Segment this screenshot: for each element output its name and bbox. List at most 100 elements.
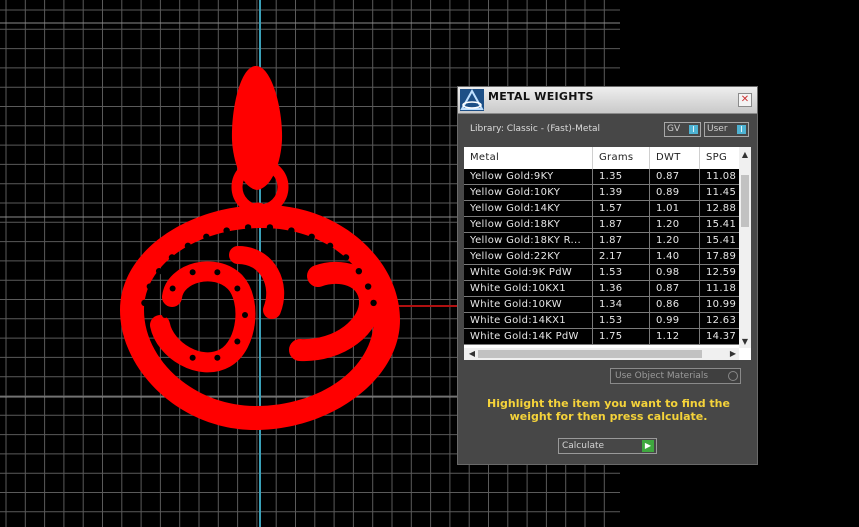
app-logo-icon	[460, 88, 484, 111]
column-header-metal[interactable]: Metal	[464, 147, 593, 169]
cell-spg: 10.99	[706, 299, 737, 310]
cell-dwt: 1.20	[650, 233, 700, 249]
cell-metal: White Gold:10KX1	[464, 281, 593, 297]
cell-spg: 17.89	[706, 251, 737, 262]
scroll-right-icon[interactable]: ▶	[727, 348, 739, 360]
pendant-dot	[244, 224, 252, 231]
user-toggle[interactable]: User I	[704, 122, 749, 137]
instruction-text: Highlight the item you want to find the …	[487, 397, 730, 423]
cell-spg: 14.37	[706, 331, 737, 342]
pendant-dot	[234, 285, 241, 292]
pendant-dot	[242, 312, 248, 318]
play-icon: ▶	[642, 440, 654, 452]
use-object-materials-label: Use Object Materials	[615, 371, 709, 381]
gv-toggle-label: GV	[667, 124, 681, 134]
cell-grams: 2.17	[593, 249, 650, 265]
cell-grams: 1.57	[593, 201, 650, 217]
cell-grams: 1.53	[593, 265, 650, 281]
cell-dwt: 0.89	[650, 185, 700, 201]
pendant-dot	[266, 224, 274, 231]
cell-spg: 12.63	[706, 315, 737, 326]
close-icon[interactable]: ✕	[738, 93, 752, 107]
horizontal-scrollbar[interactable]: ◀ ▶	[464, 348, 739, 360]
pendant-dot	[326, 242, 334, 250]
cell-metal: Yellow Gold:9KY	[464, 169, 593, 185]
pendant-dot	[214, 354, 221, 361]
metal-weights-panel: METAL WEIGHTS ✕ Library: Classic - (Fast…	[457, 86, 758, 465]
pendant-inner-scroll	[150, 261, 256, 373]
table-row[interactable]: White Gold:10KW 1.34 0.86 10.99	[464, 297, 739, 313]
pendant-dot	[155, 267, 163, 275]
pendant-dot	[162, 312, 168, 318]
pendant-dot	[370, 299, 377, 307]
pendant-dot	[184, 242, 192, 250]
gv-toggle[interactable]: GV I	[664, 122, 701, 137]
table-row[interactable]: Yellow Gold:9KY 1.35 0.87 11.08	[464, 169, 739, 185]
pendant-dot	[288, 227, 295, 234]
column-header-grams[interactable]: Grams	[593, 147, 650, 169]
pendant-dot	[146, 283, 154, 290]
table-row[interactable]: White Gold:14KX1 1.53 0.99 12.63	[464, 313, 739, 329]
panel-title: METAL WEIGHTS	[488, 90, 594, 103]
table-row[interactable]: Yellow Gold:10KY 1.39 0.89 11.45	[464, 185, 739, 201]
table-row[interactable]: Yellow Gold:18KY 1.87 1.20 15.41	[464, 217, 739, 233]
cell-metal: Yellow Gold:18KY	[464, 217, 593, 233]
pendant-dot	[214, 269, 221, 276]
use-object-materials-toggle[interactable]: Use Object Materials	[610, 368, 741, 384]
cell-dwt: 1.20	[650, 217, 700, 233]
table-row[interactable]: Yellow Gold:14KY 1.57 1.01 12.88	[464, 201, 739, 217]
pendant-dot	[223, 227, 230, 234]
cell-grams: 1.35	[593, 169, 650, 185]
cell-metal: White Gold:9K PdW	[464, 265, 593, 281]
calculate-label: Calculate	[562, 441, 605, 451]
user-toggle-label: User	[707, 124, 728, 134]
cell-metal: Yellow Gold:22KY	[464, 249, 593, 265]
cell-dwt: 1.12	[650, 329, 700, 345]
pendant-dot	[342, 254, 350, 261]
vertical-scrollbar[interactable]: ▲ ▼	[739, 147, 751, 348]
table-row[interactable]: Yellow Gold:18KY R... 1.87 1.20 15.41	[464, 233, 739, 249]
cell-metal: Yellow Gold:10KY	[464, 185, 593, 201]
cell-grams: 1.36	[593, 281, 650, 297]
cell-metal: White Gold:14KX1	[464, 313, 593, 329]
pendant-dot	[355, 267, 363, 275]
scroll-left-icon[interactable]: ◀	[466, 348, 478, 360]
cell-spg: 11.45	[706, 187, 737, 198]
calculate-button[interactable]: Calculate ▶	[558, 438, 657, 454]
pendant-dot	[234, 338, 241, 345]
pendant-dot	[169, 285, 176, 292]
cell-metal: Yellow Gold:14KY	[464, 201, 593, 217]
cell-spg: 11.08	[706, 171, 737, 182]
cell-grams: 1.87	[593, 233, 650, 249]
cell-spg: 15.41	[706, 219, 737, 230]
pendant-dot	[203, 233, 210, 241]
pendant-dot	[364, 283, 372, 290]
pendant-dot	[141, 299, 148, 307]
cell-metal: White Gold:14K PdW	[464, 329, 593, 345]
table-row[interactable]: White Gold:9K PdW 1.53 0.98 12.59	[464, 265, 739, 281]
pendant-dot	[308, 233, 315, 241]
cell-grams: 1.39	[593, 185, 650, 201]
cell-dwt: 0.99	[650, 313, 700, 329]
column-header-dwt[interactable]: DWT	[650, 147, 700, 169]
cell-metal: Yellow Gold:18KY R...	[464, 233, 593, 249]
table-header: Metal Grams DWT SPG	[464, 147, 739, 169]
table-row[interactable]: White Gold:14K PdW 1.75 1.12 14.37	[464, 329, 739, 345]
cell-grams: 1.75	[593, 329, 650, 345]
cell-dwt: 0.87	[650, 169, 700, 185]
library-label: Library: Classic - (Fast)-Metal	[470, 124, 601, 134]
horizontal-scroll-thumb[interactable]	[478, 350, 702, 358]
cell-dwt: 0.86	[650, 297, 700, 313]
cell-grams: 1.53	[593, 313, 650, 329]
column-header-spg[interactable]: SPG	[700, 147, 739, 169]
table-row[interactable]: Yellow Gold:22KY 2.17 1.40 17.89	[464, 249, 739, 265]
vertical-scroll-thumb[interactable]	[741, 175, 749, 227]
cell-dwt: 1.40	[650, 249, 700, 265]
cell-spg: 15.41	[706, 235, 737, 246]
scroll-up-icon[interactable]: ▲	[739, 149, 751, 161]
toggle-indicator-icon: I	[689, 125, 698, 134]
panel-titlebar[interactable]: METAL WEIGHTS ✕	[458, 87, 757, 114]
table-row[interactable]: White Gold:10KX1 1.36 0.87 11.18	[464, 281, 739, 297]
metal-weights-table[interactable]: Metal Grams DWT SPG Yellow Gold:9KY 1.35…	[464, 147, 751, 360]
scroll-down-icon[interactable]: ▼	[739, 336, 751, 348]
